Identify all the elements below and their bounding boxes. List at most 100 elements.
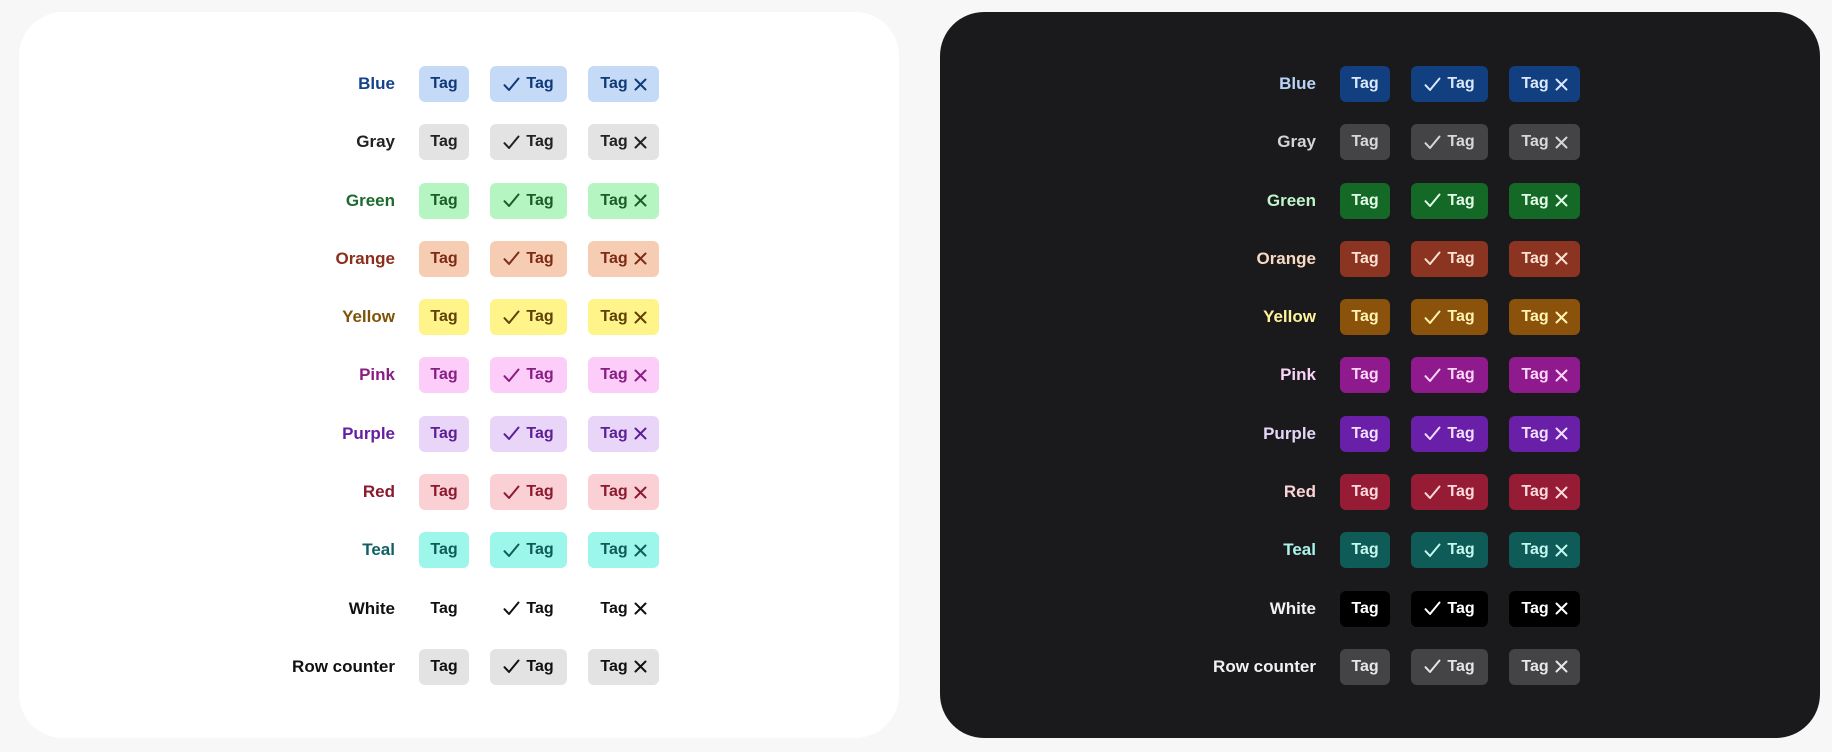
tag-pink[interactable]: Tag xyxy=(419,357,469,394)
tag-teal[interactable]: Tag xyxy=(1340,532,1390,569)
tag-selected-yellow[interactable]: Tag xyxy=(1411,299,1488,336)
close-icon[interactable] xyxy=(634,602,647,615)
tag-blue[interactable]: Tag xyxy=(419,66,469,102)
row-label: Yellow xyxy=(342,307,395,327)
close-icon[interactable] xyxy=(634,486,647,499)
tag-row-counter[interactable]: Tag xyxy=(419,648,469,685)
tag-label: Tag xyxy=(600,424,628,442)
tag-removable-pink[interactable]: Tag xyxy=(1509,357,1580,394)
tag-purple[interactable]: Tag xyxy=(1340,415,1390,452)
tag-selected-pink[interactable]: Tag xyxy=(1411,357,1488,394)
tag-removable-white[interactable]: Tag xyxy=(588,590,659,627)
tag-selected-yellow[interactable]: Tag xyxy=(490,299,567,336)
tag-selected-teal[interactable]: Tag xyxy=(490,532,567,569)
tag-blue[interactable]: Tag xyxy=(1340,66,1390,102)
tag-label: Tag xyxy=(600,249,628,267)
tag-white[interactable]: Tag xyxy=(419,590,469,627)
tag-teal[interactable]: Tag xyxy=(419,532,469,569)
tag-selected-green[interactable]: Tag xyxy=(490,182,567,219)
tag-selected-gray[interactable]: Tag xyxy=(1411,124,1488,161)
tag-removable-green[interactable]: Tag xyxy=(588,182,659,219)
tag-selected-white[interactable]: Tag xyxy=(490,590,567,627)
close-icon[interactable] xyxy=(634,660,647,673)
tag-removable-gray[interactable]: Tag xyxy=(1509,124,1580,161)
tag-removable-gray[interactable]: Tag xyxy=(588,124,659,161)
tag-removable-purple[interactable]: Tag xyxy=(1509,415,1580,452)
tag-yellow[interactable]: Tag xyxy=(1340,299,1390,336)
tag-selected-gray[interactable]: Tag xyxy=(490,124,567,161)
close-icon[interactable] xyxy=(1555,78,1568,91)
tag-removable-teal[interactable]: Tag xyxy=(1509,532,1580,569)
tag-row-blue: Blue Tag Tag Tag xyxy=(139,66,659,124)
tag-label: Tag xyxy=(1351,657,1379,675)
close-icon[interactable] xyxy=(1555,369,1568,382)
tag-removable-orange[interactable]: Tag xyxy=(588,240,659,277)
tag-selected-red[interactable]: Tag xyxy=(1411,474,1488,511)
tag-removable-row-counter[interactable]: Tag xyxy=(1509,648,1580,685)
close-icon[interactable] xyxy=(634,369,647,382)
tag-removable-red[interactable]: Tag xyxy=(588,474,659,511)
tag-removable-row-counter[interactable]: Tag xyxy=(588,648,659,685)
tag-selected-red[interactable]: Tag xyxy=(490,474,567,511)
tag-white[interactable]: Tag xyxy=(1340,590,1390,627)
tag-selected-white[interactable]: Tag xyxy=(1411,590,1488,627)
tag-selected-green[interactable]: Tag xyxy=(1411,182,1488,219)
checkmark-icon xyxy=(1424,601,1441,616)
tag-label: Tag xyxy=(1351,541,1379,559)
tag-removable-teal[interactable]: Tag xyxy=(588,532,659,569)
tag-selected-pink[interactable]: Tag xyxy=(490,357,567,394)
tag-gray[interactable]: Tag xyxy=(1340,124,1390,161)
tag-label: Tag xyxy=(430,75,458,92)
tag-selected-blue[interactable]: Tag xyxy=(1411,66,1488,102)
tag-removable-purple[interactable]: Tag xyxy=(588,415,659,452)
close-icon[interactable] xyxy=(1555,486,1568,499)
tag-selected-blue[interactable]: Tag xyxy=(490,66,567,102)
tag-selected-teal[interactable]: Tag xyxy=(1411,532,1488,569)
tag-removable-orange[interactable]: Tag xyxy=(1509,240,1580,277)
tag-orange[interactable]: Tag xyxy=(1340,240,1390,277)
tag-selected-row-counter[interactable]: Tag xyxy=(490,648,567,685)
close-icon[interactable] xyxy=(634,311,647,324)
close-icon[interactable] xyxy=(634,194,647,207)
close-icon[interactable] xyxy=(634,252,647,265)
tag-red[interactable]: Tag xyxy=(419,474,469,511)
tag-label: Tag xyxy=(1521,249,1549,267)
close-icon[interactable] xyxy=(1555,252,1568,265)
tag-selected-purple[interactable]: Tag xyxy=(490,415,567,452)
close-icon[interactable] xyxy=(1555,136,1568,149)
tag-removable-blue[interactable]: Tag xyxy=(1509,66,1580,102)
tag-row-counter[interactable]: Tag xyxy=(1340,648,1390,685)
tag-purple[interactable]: Tag xyxy=(419,415,469,452)
checkmark-icon xyxy=(1424,77,1441,92)
tag-gray[interactable]: Tag xyxy=(419,124,469,161)
close-icon[interactable] xyxy=(634,136,647,149)
close-icon[interactable] xyxy=(634,544,647,557)
tag-removable-yellow[interactable]: Tag xyxy=(1509,299,1580,336)
tag-selected-orange[interactable]: Tag xyxy=(1411,240,1488,277)
tag-removable-yellow[interactable]: Tag xyxy=(588,299,659,336)
close-icon[interactable] xyxy=(634,427,647,440)
tag-removable-pink[interactable]: Tag xyxy=(588,357,659,394)
checkmark-icon xyxy=(503,77,520,92)
tag-removable-green[interactable]: Tag xyxy=(1509,182,1580,219)
close-icon[interactable] xyxy=(1555,194,1568,207)
close-icon[interactable] xyxy=(634,78,647,91)
tag-pink[interactable]: Tag xyxy=(1340,357,1390,394)
tag-green[interactable]: Tag xyxy=(419,182,469,219)
close-icon[interactable] xyxy=(1555,427,1568,440)
tag-green[interactable]: Tag xyxy=(1340,182,1390,219)
close-icon[interactable] xyxy=(1555,311,1568,324)
close-icon[interactable] xyxy=(1555,660,1568,673)
tag-removable-white[interactable]: Tag xyxy=(1509,590,1580,627)
tag-removable-blue[interactable]: Tag xyxy=(588,66,659,102)
tag-selected-row-counter[interactable]: Tag xyxy=(1411,648,1488,685)
tag-yellow[interactable]: Tag xyxy=(419,299,469,336)
tag-removable-red[interactable]: Tag xyxy=(1509,474,1580,511)
row-label: Gray xyxy=(356,132,395,152)
tag-orange[interactable]: Tag xyxy=(419,240,469,277)
tag-selected-purple[interactable]: Tag xyxy=(1411,415,1488,452)
tag-selected-orange[interactable]: Tag xyxy=(490,240,567,277)
close-icon[interactable] xyxy=(1555,602,1568,615)
tag-red[interactable]: Tag xyxy=(1340,474,1390,511)
close-icon[interactable] xyxy=(1555,544,1568,557)
